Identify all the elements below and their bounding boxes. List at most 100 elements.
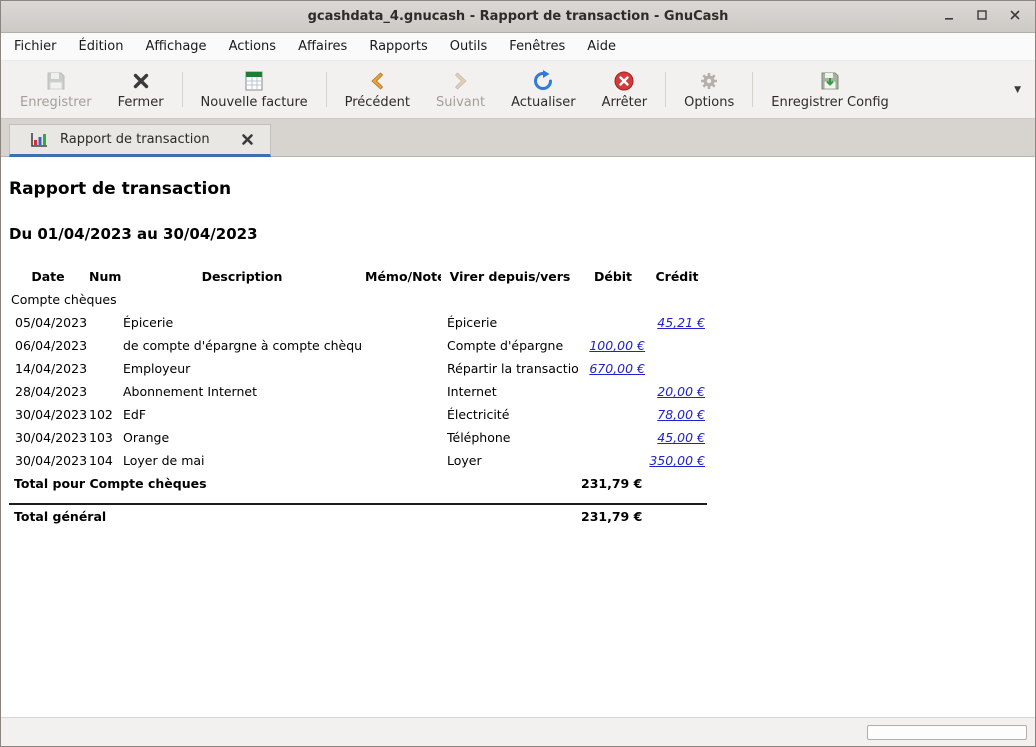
chart-icon bbox=[30, 132, 48, 148]
menu-item-aide[interactable]: Aide bbox=[579, 35, 624, 58]
close-button[interactable] bbox=[1005, 7, 1025, 27]
cell-desc: Épicerie bbox=[121, 311, 363, 334]
statusbar bbox=[1, 717, 1035, 746]
toolbar-next-button[interactable]: Suivant bbox=[423, 65, 498, 114]
cell-num bbox=[87, 380, 121, 403]
tab-close-icon[interactable] bbox=[239, 131, 256, 148]
toolbar-separator bbox=[182, 72, 183, 107]
cell-date: 30/04/2023 bbox=[9, 449, 87, 472]
menu-item-actions[interactable]: Actions bbox=[221, 35, 285, 58]
cell-transfer: Internet bbox=[441, 380, 579, 403]
transaction-row: 14/04/2023EmployeurRépartir la transacti… bbox=[9, 357, 707, 380]
toolbar-previous-button[interactable]: Précédent bbox=[332, 65, 423, 114]
transaction-row: 28/04/2023Abonnement InternetInternet20,… bbox=[9, 380, 707, 403]
maximize-button[interactable] bbox=[972, 7, 992, 27]
credit-amount-link[interactable]: 20,00 € bbox=[657, 384, 705, 399]
cell-memo bbox=[363, 426, 441, 449]
cell-transfer: Loyer bbox=[441, 449, 579, 472]
col-header-date: Date bbox=[9, 265, 87, 288]
minimize-button[interactable] bbox=[939, 7, 959, 27]
menu-item-outils[interactable]: Outils bbox=[442, 35, 496, 58]
save-icon bbox=[45, 70, 67, 92]
cell-date: 05/04/2023 bbox=[9, 311, 87, 334]
cell-debit bbox=[579, 426, 647, 449]
toolbar: Enregistrer Fermer Nouvelle facture bbox=[1, 61, 1035, 119]
refresh-icon bbox=[532, 70, 554, 92]
toolbar-close-button[interactable]: Fermer bbox=[105, 65, 177, 114]
next-icon bbox=[450, 70, 472, 92]
cell-num: 104 bbox=[87, 449, 121, 472]
cell-memo bbox=[363, 334, 441, 357]
menu-item-rapports[interactable]: Rapports bbox=[361, 35, 435, 58]
debit-amount-link[interactable]: 100,00 € bbox=[589, 338, 645, 353]
tab-rapport-de-transaction[interactable]: Rapport de transaction bbox=[9, 124, 271, 157]
cell-credit: 20,00 € bbox=[647, 380, 707, 403]
menu-item-affichage[interactable]: Affichage bbox=[137, 35, 214, 58]
col-header-memo: Mémo/Notes bbox=[363, 265, 441, 288]
menu-item-fenetres[interactable]: Fenêtres bbox=[501, 35, 573, 58]
cell-date: 30/04/2023 bbox=[9, 403, 87, 426]
cell-date: 14/04/2023 bbox=[9, 357, 87, 380]
toolbar-save-button[interactable]: Enregistrer bbox=[7, 65, 105, 114]
toolbar-save-config-button[interactable]: Enregistrer Config bbox=[758, 65, 902, 114]
cell-memo bbox=[363, 311, 441, 334]
toolbar-stop-button[interactable]: Arrêter bbox=[589, 65, 661, 114]
tab-label: Rapport de transaction bbox=[60, 132, 210, 147]
invoice-icon bbox=[243, 70, 265, 92]
cell-num bbox=[87, 311, 121, 334]
transaction-row: 30/04/2023102EdFÉlectricité78,00 € bbox=[9, 403, 707, 426]
cell-debit bbox=[579, 380, 647, 403]
cell-memo bbox=[363, 357, 441, 380]
account-section-label: Compte chèques bbox=[9, 288, 707, 311]
col-header-num: Num bbox=[87, 265, 121, 288]
cell-num: 102 bbox=[87, 403, 121, 426]
credit-amount-link[interactable]: 45,21 € bbox=[657, 315, 705, 330]
toolbar-separator bbox=[752, 72, 753, 107]
toolbar-refresh-button[interactable]: Actualiser bbox=[498, 65, 588, 114]
credit-amount-link[interactable]: 45,00 € bbox=[657, 430, 705, 445]
cell-transfer: Répartir la transaction bbox=[441, 357, 579, 380]
cell-desc: EdF bbox=[121, 403, 363, 426]
cell-credit bbox=[647, 357, 707, 380]
menu-item-fichier[interactable]: Fichier bbox=[6, 35, 65, 58]
menu-item-edition[interactable]: Édition bbox=[71, 35, 132, 58]
close-x-icon bbox=[131, 70, 151, 92]
maximize-icon bbox=[976, 9, 988, 24]
credit-amount-link[interactable]: 78,00 € bbox=[657, 407, 705, 422]
cell-debit: 670,00 € bbox=[579, 357, 647, 380]
col-header-transfer: Virer depuis/vers bbox=[441, 265, 579, 288]
cell-memo bbox=[363, 403, 441, 426]
account-section-row: Compte chèques bbox=[9, 288, 707, 311]
col-header-description: Description bbox=[121, 265, 363, 288]
toolbar-overflow-button[interactable]: ▼ bbox=[1010, 81, 1025, 99]
report-title: Rapport de transaction bbox=[9, 179, 1023, 199]
gear-icon bbox=[698, 70, 720, 92]
cell-desc: Loyer de mai bbox=[121, 449, 363, 472]
window-title: gcashdata_4.gnucash - Rapport de transac… bbox=[308, 9, 729, 24]
credit-amount-link[interactable]: 350,00 € bbox=[649, 453, 705, 468]
previous-icon bbox=[366, 70, 388, 92]
cell-desc: Orange bbox=[121, 426, 363, 449]
toolbar-options-button[interactable]: Options bbox=[671, 65, 747, 114]
report-date-range: Du 01/04/2023 au 30/04/2023 bbox=[9, 225, 1023, 243]
menu-item-affaires[interactable]: Affaires bbox=[290, 35, 355, 58]
toolbar-previous-label: Précédent bbox=[345, 95, 410, 110]
toolbar-new-invoice-button[interactable]: Nouvelle facture bbox=[188, 65, 321, 114]
transaction-row: 30/04/2023104Loyer de mai Loyer 350,00 € bbox=[9, 449, 707, 472]
cell-credit: 350,00 € bbox=[647, 449, 707, 472]
cell-debit: 100,00 € bbox=[579, 334, 647, 357]
minimize-icon bbox=[943, 9, 955, 24]
toolbar-separator bbox=[326, 72, 327, 107]
cell-date: 06/04/2023 bbox=[9, 334, 87, 357]
toolbar-stop-label: Arrêter bbox=[602, 95, 648, 110]
debit-amount-link[interactable]: 670,00 € bbox=[589, 361, 645, 376]
cell-memo bbox=[363, 380, 441, 403]
cell-debit bbox=[579, 449, 647, 472]
cell-credit: 45,00 € bbox=[647, 426, 707, 449]
titlebar[interactable]: gcashdata_4.gnucash - Rapport de transac… bbox=[1, 1, 1035, 33]
cell-credit bbox=[647, 334, 707, 357]
toolbar-next-label: Suivant bbox=[436, 95, 485, 110]
save-config-icon bbox=[819, 70, 841, 92]
cell-credit: 45,21 € bbox=[647, 311, 707, 334]
cell-date: 28/04/2023 bbox=[9, 380, 87, 403]
